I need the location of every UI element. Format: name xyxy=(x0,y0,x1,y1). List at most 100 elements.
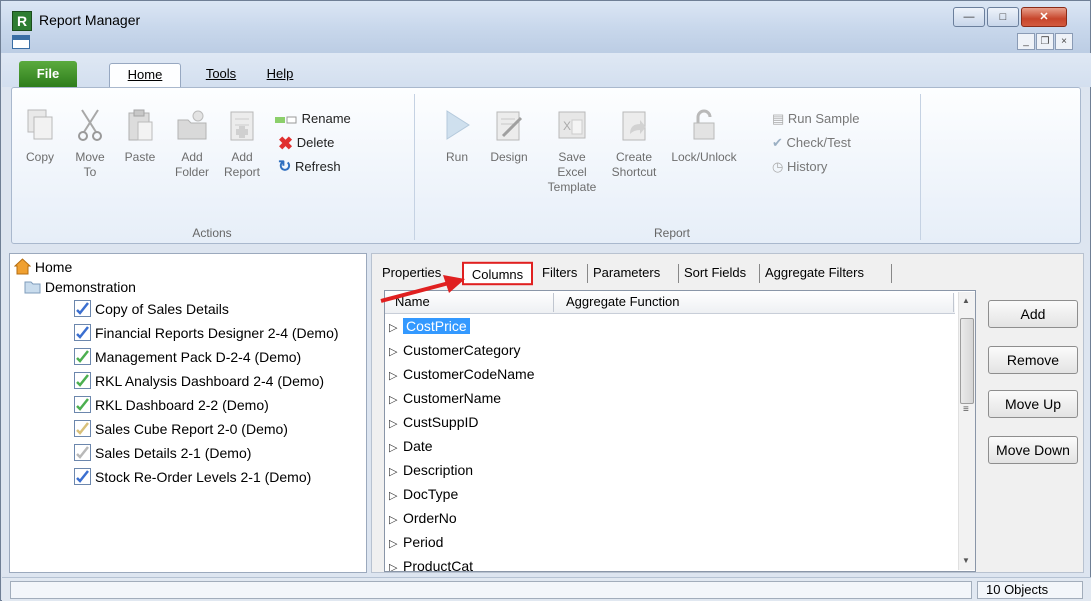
grid-row[interactable]: ▷ CustSuppID xyxy=(389,413,478,433)
save-excel-template-button[interactable]: X Save Excel Template xyxy=(542,108,602,195)
minimize-button[interactable]: — xyxy=(953,7,985,27)
expand-arrow-icon[interactable]: ▷ xyxy=(389,487,403,505)
move-up-button[interactable]: Move Up xyxy=(988,390,1078,418)
expand-arrow-icon[interactable]: ▷ xyxy=(389,535,403,553)
paste-button[interactable]: Paste xyxy=(118,108,162,165)
grid-row[interactable]: ▷ OrderNo xyxy=(389,509,457,529)
grid-row[interactable]: ▷ CostPrice xyxy=(389,317,470,337)
check-test-button[interactable]: ✔ Check/Test xyxy=(772,134,851,152)
tree-item[interactable]: Sales Cube Report 2-0 (Demo) xyxy=(74,420,288,438)
grid-row[interactable]: ▷ DocType xyxy=(389,485,458,505)
tree-item[interactable]: Sales Details 2-1 (Demo) xyxy=(74,444,251,462)
expand-arrow-icon[interactable]: ▷ xyxy=(389,367,403,385)
add-folder-label-1: Add xyxy=(181,150,203,164)
tab-parameters[interactable]: Parameters xyxy=(593,262,660,285)
header-divider xyxy=(953,293,954,312)
tab-file[interactable]: File xyxy=(19,61,77,87)
remove-button[interactable]: Remove xyxy=(988,346,1078,374)
close-button[interactable]: ✕ xyxy=(1021,7,1067,27)
delete-button[interactable]: ✖ Delete xyxy=(278,134,334,153)
add-folder-button[interactable]: Add Folder xyxy=(168,108,216,180)
expand-arrow-icon[interactable]: ▷ xyxy=(389,415,403,433)
columns-grid: Name Aggregate Function ▷ CostPrice ▷ Custo… xyxy=(384,290,976,572)
clipboard-icon xyxy=(128,109,153,141)
create-shortcut-label-2: Shortcut xyxy=(611,165,657,179)
ribbon-tab-bar: File Home Tools Help xyxy=(2,53,1091,87)
tree-item[interactable]: Financial Reports Designer 2-4 (Demo) xyxy=(74,324,339,342)
mdi-restore-button[interactable]: ❐ xyxy=(1036,33,1054,50)
grid-row[interactable]: ▷ CustomerCategory xyxy=(389,341,521,361)
tab-home[interactable]: Home xyxy=(109,63,181,87)
status-panel xyxy=(10,581,972,599)
expand-arrow-icon[interactable]: ▷ xyxy=(389,511,403,529)
mdi-minimize-button[interactable]: _ xyxy=(1017,33,1035,50)
move-to-button[interactable]: Move To xyxy=(68,108,112,180)
tree-folder-demonstration[interactable]: Demonstration xyxy=(24,278,136,296)
add-folder-icon xyxy=(177,110,207,140)
copy-button[interactable]: Copy xyxy=(18,108,62,165)
grid-row-name: Period xyxy=(403,534,444,550)
tree-item[interactable]: Stock Re-Order Levels 2-1 (Demo) xyxy=(74,468,311,486)
tab-sort-fields[interactable]: Sort Fields xyxy=(684,262,746,285)
history-button[interactable]: ◷ History xyxy=(772,158,827,176)
scrollbar-thumb[interactable] xyxy=(960,318,974,404)
grid-row[interactable]: ▷ Description xyxy=(389,461,473,481)
vertical-scrollbar[interactable]: ▲ ≡ ▼ xyxy=(958,292,975,570)
report-icon xyxy=(74,300,91,317)
tree-home[interactable]: Home xyxy=(13,258,72,276)
run-button[interactable]: Run xyxy=(437,108,477,165)
create-shortcut-button[interactable]: Create Shortcut xyxy=(606,108,662,180)
grid-row-name: CustomerName xyxy=(403,390,502,406)
expand-arrow-icon[interactable]: ▷ xyxy=(389,319,403,337)
expand-arrow-icon[interactable]: ▷ xyxy=(389,391,403,409)
maximize-button[interactable]: □ xyxy=(987,7,1019,27)
tree-item[interactable]: RKL Dashboard 2-2 (Demo) xyxy=(74,396,269,414)
add-button[interactable]: Add xyxy=(988,300,1078,328)
move-down-button[interactable]: Move Down xyxy=(988,436,1078,464)
expand-arrow-icon[interactable]: ▷ xyxy=(389,463,403,481)
padlock-icon xyxy=(693,109,715,140)
tree-item[interactable]: RKL Analysis Dashboard 2-4 (Demo) xyxy=(74,372,324,390)
scroll-up-icon[interactable]: ▲ xyxy=(962,296,970,305)
grid-row[interactable]: ▷ Date xyxy=(389,437,433,457)
grid-row[interactable]: ▷ CustomerName xyxy=(389,389,501,409)
tree-item-label: Sales Cube Report 2-0 (Demo) xyxy=(95,421,288,437)
expand-arrow-icon[interactable]: ▷ xyxy=(389,343,403,361)
grid-row-name: Description xyxy=(403,462,474,478)
design-button[interactable]: Design xyxy=(484,108,534,165)
grid-row-name: CustomerCodeName xyxy=(403,366,535,382)
save-excel-label-1: Save Excel xyxy=(557,150,587,179)
tab-filters[interactable]: Filters xyxy=(542,262,577,285)
column-header-aggregate-function[interactable]: Aggregate Function xyxy=(566,294,679,309)
rename-button[interactable]: Rename xyxy=(274,110,351,128)
lock-unlock-label: Lock/Unlock xyxy=(671,150,737,164)
grid-row[interactable]: ▷ ProductCat xyxy=(389,557,473,571)
window-title: Report Manager xyxy=(39,12,141,28)
tab-divider xyxy=(759,264,760,283)
status-bar: 10 Objects xyxy=(2,577,1091,601)
check-test-label: Check/Test xyxy=(786,135,851,150)
grid-row[interactable]: ▷ Period xyxy=(389,533,443,553)
grid-row[interactable]: ▷ CustomerCodeName xyxy=(389,365,535,385)
svg-text:X: X xyxy=(563,119,571,133)
run-sample-button[interactable]: ▤ Run Sample xyxy=(772,110,859,128)
refresh-button[interactable]: ↻ Refresh xyxy=(278,158,341,177)
tab-aggregate-filters[interactable]: Aggregate Filters xyxy=(765,262,864,285)
expand-arrow-icon[interactable]: ▷ xyxy=(389,559,403,571)
lock-unlock-button[interactable]: Lock/Unlock xyxy=(666,108,742,165)
report-icon xyxy=(74,324,91,341)
document-window-icon[interactable] xyxy=(12,35,30,49)
mdi-close-button[interactable]: × xyxy=(1055,33,1073,50)
header-divider xyxy=(553,293,554,312)
add-report-button[interactable]: Add Report xyxy=(218,108,266,180)
tab-columns[interactable]: Columns xyxy=(462,261,533,286)
grid-row-name: OrderNo xyxy=(403,510,457,526)
tab-help[interactable]: Help xyxy=(260,63,300,87)
tree-item[interactable]: Management Pack D-2-4 (Demo) xyxy=(74,348,301,366)
scroll-down-icon[interactable]: ▼ xyxy=(962,556,970,565)
tree-item[interactable]: Copy of Sales Details xyxy=(74,300,229,318)
design-icon xyxy=(496,111,523,141)
tab-tools[interactable]: Tools xyxy=(197,63,245,87)
expand-arrow-icon[interactable]: ▷ xyxy=(389,439,403,457)
add-report-label-2: Report xyxy=(223,165,261,179)
